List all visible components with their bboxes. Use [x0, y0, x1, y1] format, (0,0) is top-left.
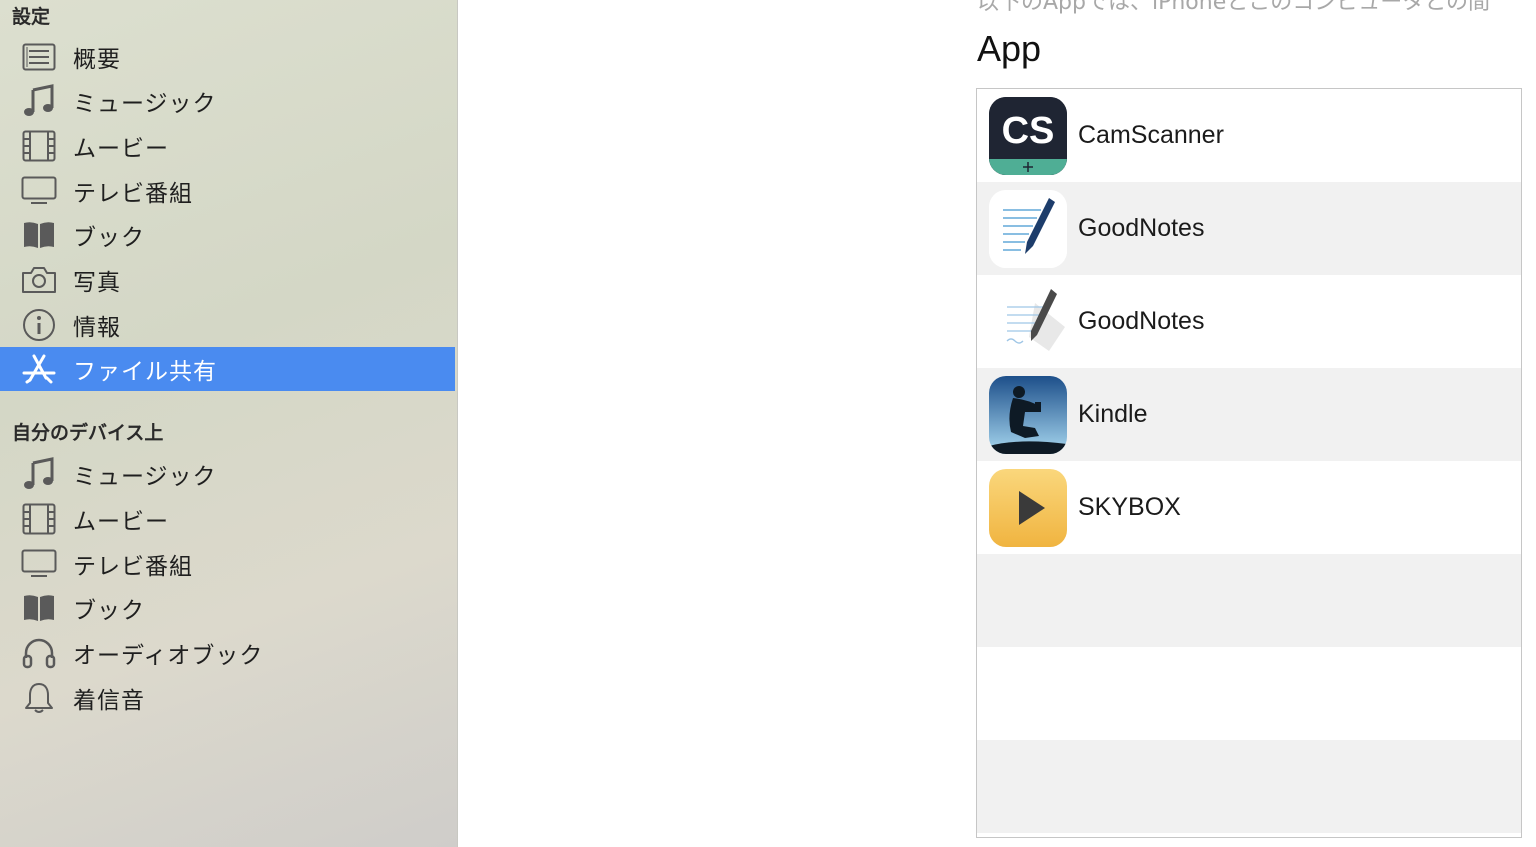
- svg-text:CS: CS: [1002, 110, 1055, 152]
- camscanner-icon: CS: [989, 97, 1067, 175]
- sidebar: 設定 概要 ミュージック ムービー テレビ番組 ブック 写真 情報 ファイル共有…: [0, 0, 458, 847]
- book-icon: [20, 219, 58, 251]
- sidebar-item-label: テレビ番組: [73, 181, 193, 207]
- sidebar-item-books[interactable]: ブック: [0, 213, 455, 257]
- sidebar-item-music[interactable]: ミュージック: [0, 79, 455, 123]
- sidebar-item-file-sharing[interactable]: ファイル共有: [0, 347, 455, 391]
- goodnotes-icon: [989, 190, 1067, 268]
- app-name: CamScanner: [1078, 121, 1224, 149]
- skybox-icon: [989, 469, 1067, 547]
- tv-icon: [20, 548, 58, 580]
- sidebar-item-label: ミュージック: [73, 464, 217, 490]
- sidebar-item-summary[interactable]: 概要: [0, 35, 455, 79]
- app-row-kindle[interactable]: Kindle: [977, 368, 1521, 461]
- sidebar-item-label: テレビ番組: [73, 554, 193, 580]
- sidebar-item-label: 情報: [73, 315, 121, 341]
- sidebar-item-label: ファイル共有: [73, 359, 217, 385]
- sidebar-item-label: 概要: [73, 47, 121, 73]
- list-icon: [20, 41, 58, 73]
- sidebar-item-device-tv-shows[interactable]: テレビ番組: [0, 542, 455, 586]
- kindle-icon: [989, 376, 1067, 454]
- sidebar-item-info[interactable]: 情報: [0, 303, 455, 347]
- sidebar-item-label: ムービー: [73, 136, 169, 162]
- app-name: GoodNotes: [1078, 307, 1205, 335]
- app-list: CS CamScanner GoodNotes GoodNotes Kindle…: [976, 88, 1522, 838]
- sidebar-item-photos[interactable]: 写真: [0, 258, 455, 302]
- app-row-camscanner[interactable]: CS CamScanner: [977, 89, 1521, 182]
- app-row-goodnotes-legacy[interactable]: GoodNotes: [977, 275, 1521, 368]
- sidebar-item-device-audiobooks[interactable]: オーディオブック: [0, 631, 455, 675]
- sidebar-item-label: 写真: [73, 270, 121, 296]
- tv-icon: [20, 175, 58, 207]
- sidebar-item-label: ブック: [73, 225, 145, 251]
- book-icon: [20, 592, 58, 624]
- film-icon: [20, 130, 58, 162]
- bell-icon: [20, 682, 58, 714]
- app-name: Kindle: [1078, 400, 1148, 428]
- empty-row: [977, 647, 1521, 740]
- file-sharing-description: 以下のAppでは、iPhoneとこのコンピュータとの間: [977, 0, 1491, 15]
- sidebar-item-label: オーディオブック: [73, 643, 264, 669]
- app-row-skybox[interactable]: SKYBOX: [977, 461, 1521, 554]
- main-content: 以下のAppでは、iPhoneとこのコンピュータとの間 App CS CamSc…: [457, 0, 1536, 847]
- sidebar-item-device-books[interactable]: ブック: [0, 586, 455, 630]
- sidebar-item-movies[interactable]: ムービー: [0, 124, 455, 168]
- music-note-icon: [20, 457, 58, 490]
- music-note-icon: [20, 84, 58, 117]
- app-row-goodnotes[interactable]: GoodNotes: [977, 182, 1521, 275]
- sidebar-item-device-music[interactable]: ミュージック: [0, 452, 455, 496]
- sidebar-item-device-ringtones[interactable]: 着信音: [0, 676, 455, 720]
- camera-icon: [20, 264, 58, 296]
- settings-section-header: 設定: [12, 6, 51, 28]
- app-list-heading: App: [977, 28, 1042, 69]
- sidebar-item-label: ブック: [73, 598, 145, 624]
- film-icon: [20, 503, 58, 535]
- sidebar-item-device-movies[interactable]: ムービー: [0, 497, 455, 541]
- sidebar-item-label: ムービー: [73, 509, 169, 535]
- goodnotes-legacy-icon: [989, 283, 1067, 361]
- sidebar-item-tv-shows[interactable]: テレビ番組: [0, 169, 455, 213]
- info-icon: [20, 309, 58, 341]
- device-section-header: 自分のデバイス上: [12, 422, 164, 444]
- app-name: SKYBOX: [1078, 493, 1181, 521]
- sidebar-item-label: 着信音: [73, 688, 145, 714]
- sidebar-item-label: ミュージック: [73, 91, 217, 117]
- app-name: GoodNotes: [1078, 214, 1205, 242]
- empty-row: [977, 740, 1521, 833]
- empty-row: [977, 554, 1521, 647]
- app-store-icon: [20, 353, 58, 385]
- headphones-icon: [20, 637, 58, 669]
